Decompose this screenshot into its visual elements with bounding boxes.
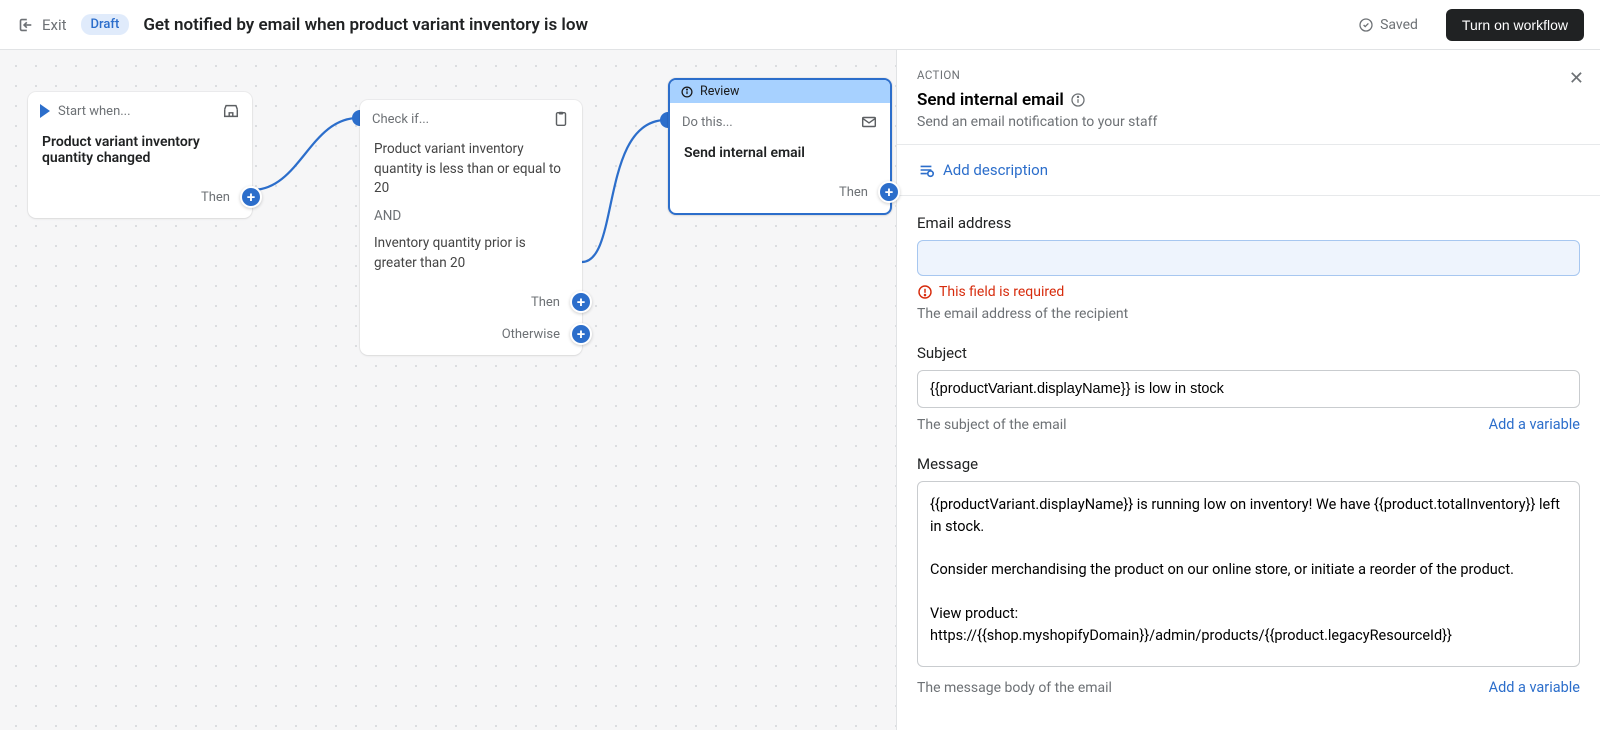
condition-head-label: Check if...: [372, 112, 429, 127]
saved-label: Saved: [1380, 17, 1418, 33]
email-error-text: This field is required: [939, 284, 1064, 300]
trigger-head-label: Start when...: [58, 104, 131, 119]
message-textarea[interactable]: [917, 481, 1580, 667]
add-then-button[interactable]: +: [570, 291, 592, 313]
message-helper: The message body of the email: [917, 680, 1112, 696]
exit-icon: [16, 16, 34, 34]
exit-label: Exit: [42, 16, 67, 34]
add-step-button[interactable]: +: [240, 186, 262, 208]
otherwise-label: Otherwise: [502, 327, 560, 342]
email-label: Email address: [917, 214, 1580, 232]
then-label: Then: [531, 295, 560, 310]
main-area: Start when... Product variant inventory …: [0, 50, 1600, 730]
action-title: Send internal email: [670, 141, 890, 175]
panel-subtitle: Send an email notification to your staff: [917, 114, 1580, 130]
description-icon: [917, 161, 935, 179]
panel-title: Send internal email: [917, 90, 1580, 110]
close-icon[interactable]: ✕: [1569, 68, 1584, 89]
condition-and: AND: [374, 207, 568, 227]
workflow-canvas[interactable]: Start when... Product variant inventory …: [0, 50, 896, 730]
email-helper: The email address of the recipient: [917, 306, 1580, 322]
add-variable-link[interactable]: Add a variable: [1489, 679, 1580, 696]
subject-label: Subject: [917, 344, 1580, 362]
panel-section-label: ACTION: [917, 68, 1580, 82]
info-icon: [680, 85, 694, 99]
exit-button[interactable]: Exit: [16, 16, 67, 34]
subject-helper: The subject of the email: [917, 417, 1067, 433]
action-config-panel: ACTION Send internal email Send an email…: [896, 50, 1600, 730]
check-circle-icon: [1358, 17, 1374, 33]
play-icon: [40, 104, 50, 118]
panel-title-text: Send internal email: [917, 90, 1064, 110]
clipboard-icon: [552, 110, 570, 128]
add-step-button[interactable]: +: [878, 181, 900, 203]
mail-icon: [860, 113, 878, 131]
add-variable-link[interactable]: Add a variable: [1489, 416, 1580, 433]
condition-node[interactable]: Check if... Product variant inventory qu…: [360, 100, 582, 355]
storefront-icon: [222, 102, 240, 120]
alert-icon: [917, 284, 933, 300]
message-label: Message: [917, 455, 1580, 473]
page-title: Get notified by email when product varia…: [143, 15, 588, 35]
then-label: Then: [201, 190, 230, 205]
trigger-node[interactable]: Start when... Product variant inventory …: [28, 92, 252, 218]
turn-on-workflow-button[interactable]: Turn on workflow: [1446, 9, 1584, 41]
condition-line-1: Product variant inventory quantity is le…: [374, 141, 561, 196]
add-otherwise-button[interactable]: +: [570, 323, 592, 345]
saved-indicator: Saved: [1358, 17, 1418, 33]
trigger-title: Product variant inventory quantity chang…: [28, 130, 252, 180]
email-input[interactable]: [917, 240, 1580, 276]
subject-input[interactable]: [917, 370, 1580, 408]
info-icon[interactable]: [1070, 92, 1086, 108]
add-description-label: Add description: [943, 161, 1048, 179]
then-label: Then: [839, 185, 868, 200]
action-node[interactable]: Review Do this... Send internal email Th…: [668, 78, 892, 215]
review-label: Review: [700, 84, 739, 99]
add-description-button[interactable]: Add description: [917, 161, 1580, 179]
app-header: Exit Draft Get notified by email when pr…: [0, 0, 1600, 50]
status-badge: Draft: [81, 14, 130, 35]
action-head-label: Do this...: [682, 115, 733, 130]
condition-line-2: Inventory quantity prior is greater than…: [374, 235, 526, 271]
